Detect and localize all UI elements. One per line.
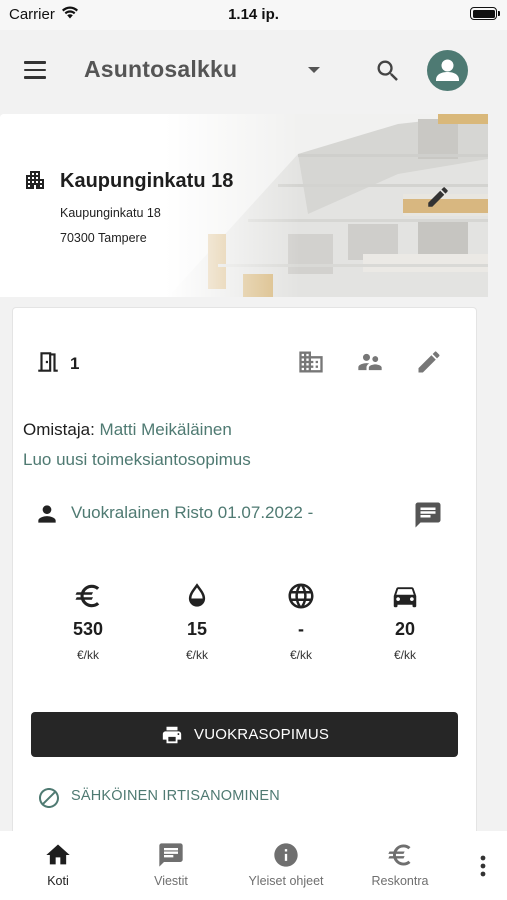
nav-label: Koti [47,874,69,888]
hamburger-line [24,61,46,64]
tenants-button[interactable] [356,348,384,381]
search-icon [377,60,398,81]
dropdown-caret-icon[interactable] [308,67,320,73]
menu-button[interactable] [24,61,48,81]
print-lease-label: VUOKRASOPIMUS [194,726,330,743]
owner-name-link[interactable]: Matti Meikäläinen [100,420,232,439]
building-card[interactable]: Kaupunginkatu 18 Kaupunginkatu 18 70300 … [0,114,488,297]
print-lease-button[interactable]: VUOKRASOPIMUS [31,712,458,757]
cost-internet: - €/kk [261,581,341,662]
nav-messages[interactable]: Viestit [121,841,221,888]
cost-water: 15 €/kk [157,581,237,662]
more-menu-button[interactable] [475,853,491,879]
person-icon [436,59,459,81]
building-street: Kaupunginkatu 18 [60,206,161,220]
globe-icon [288,583,314,609]
termination-label: SÄHKÖINEN IRTISANOMINEN [71,788,280,804]
cost-value: 20 [394,619,416,639]
cost-unit: €/kk [393,648,416,662]
cost-value: 530 [72,619,104,639]
pencil-icon [418,351,440,373]
nav-label: Yleiset ohjeet [248,874,324,888]
cost-rent: 530 €/kk [48,581,128,662]
cost-unit: €/kk [289,648,312,662]
nav-general-instructions[interactable]: Yleiset ohjeet [236,841,336,888]
more-vert-icon [480,855,486,877]
printer-icon [162,726,182,744]
home-icon [46,844,70,865]
owner-label: Omistaja: [23,420,95,439]
message-icon [415,502,441,528]
cost-value: - [298,619,304,639]
new-contract-link[interactable]: Luo uusi toimeksiantosopimus [23,450,251,470]
portfolio-title[interactable]: Asuntosalkku [84,56,237,83]
message-tenant-button[interactable] [413,500,443,535]
nav-home[interactable]: Koti [8,841,108,888]
nav-label: Viestit [154,874,188,888]
app-bar: Asuntosalkku [0,30,507,112]
cost-parking: 20 €/kk [365,581,445,662]
info-icon [274,843,298,867]
nav-label: Reskontra [371,874,429,888]
owner-row: Omistaja: Matti Meikäläinen [23,420,232,440]
cost-unit: €/kk [76,648,99,662]
apartment-number: 1 [70,354,80,373]
cost-value: 15 [186,619,208,639]
clock-label: 1.14 ip. [228,6,279,23]
car-icon [393,587,417,608]
search-button[interactable] [374,57,402,85]
water-drop-icon [188,583,206,607]
bottom-navigation: Koti Viestit Yleiset ohjeet Reskontra [0,831,507,900]
hamburger-line [24,76,46,79]
building-info-button[interactable] [297,348,325,381]
cost-unit: €/kk [185,648,208,662]
tenant-link[interactable]: Vuokralainen Risto 01.07.2022 - [71,503,313,523]
status-bar: Carrier 1.14 ip. [0,0,507,30]
people-icon [358,353,382,371]
user-avatar[interactable] [427,50,468,91]
door-open-icon [38,352,58,372]
block-icon [39,788,59,808]
edit-building-button[interactable] [425,184,451,215]
apartment-building-icon [26,171,44,189]
battery-icon [470,7,500,20]
nav-ledger[interactable]: Reskontra [350,841,450,888]
edit-apartment-button[interactable] [415,348,443,381]
euro-icon [388,844,411,866]
apartment-card: 1 Omistaja: Matti Meikäläinen Luo uusi t… [12,307,477,837]
person-icon [38,505,56,523]
hamburger-line [24,68,46,72]
building-name: Kaupunginkatu 18 [60,170,234,192]
euro-icon [75,584,100,608]
domain-icon [299,351,323,373]
building-city: 70300 Tampere [60,231,147,245]
chat-icon [159,843,183,867]
pencil-icon [428,187,448,207]
